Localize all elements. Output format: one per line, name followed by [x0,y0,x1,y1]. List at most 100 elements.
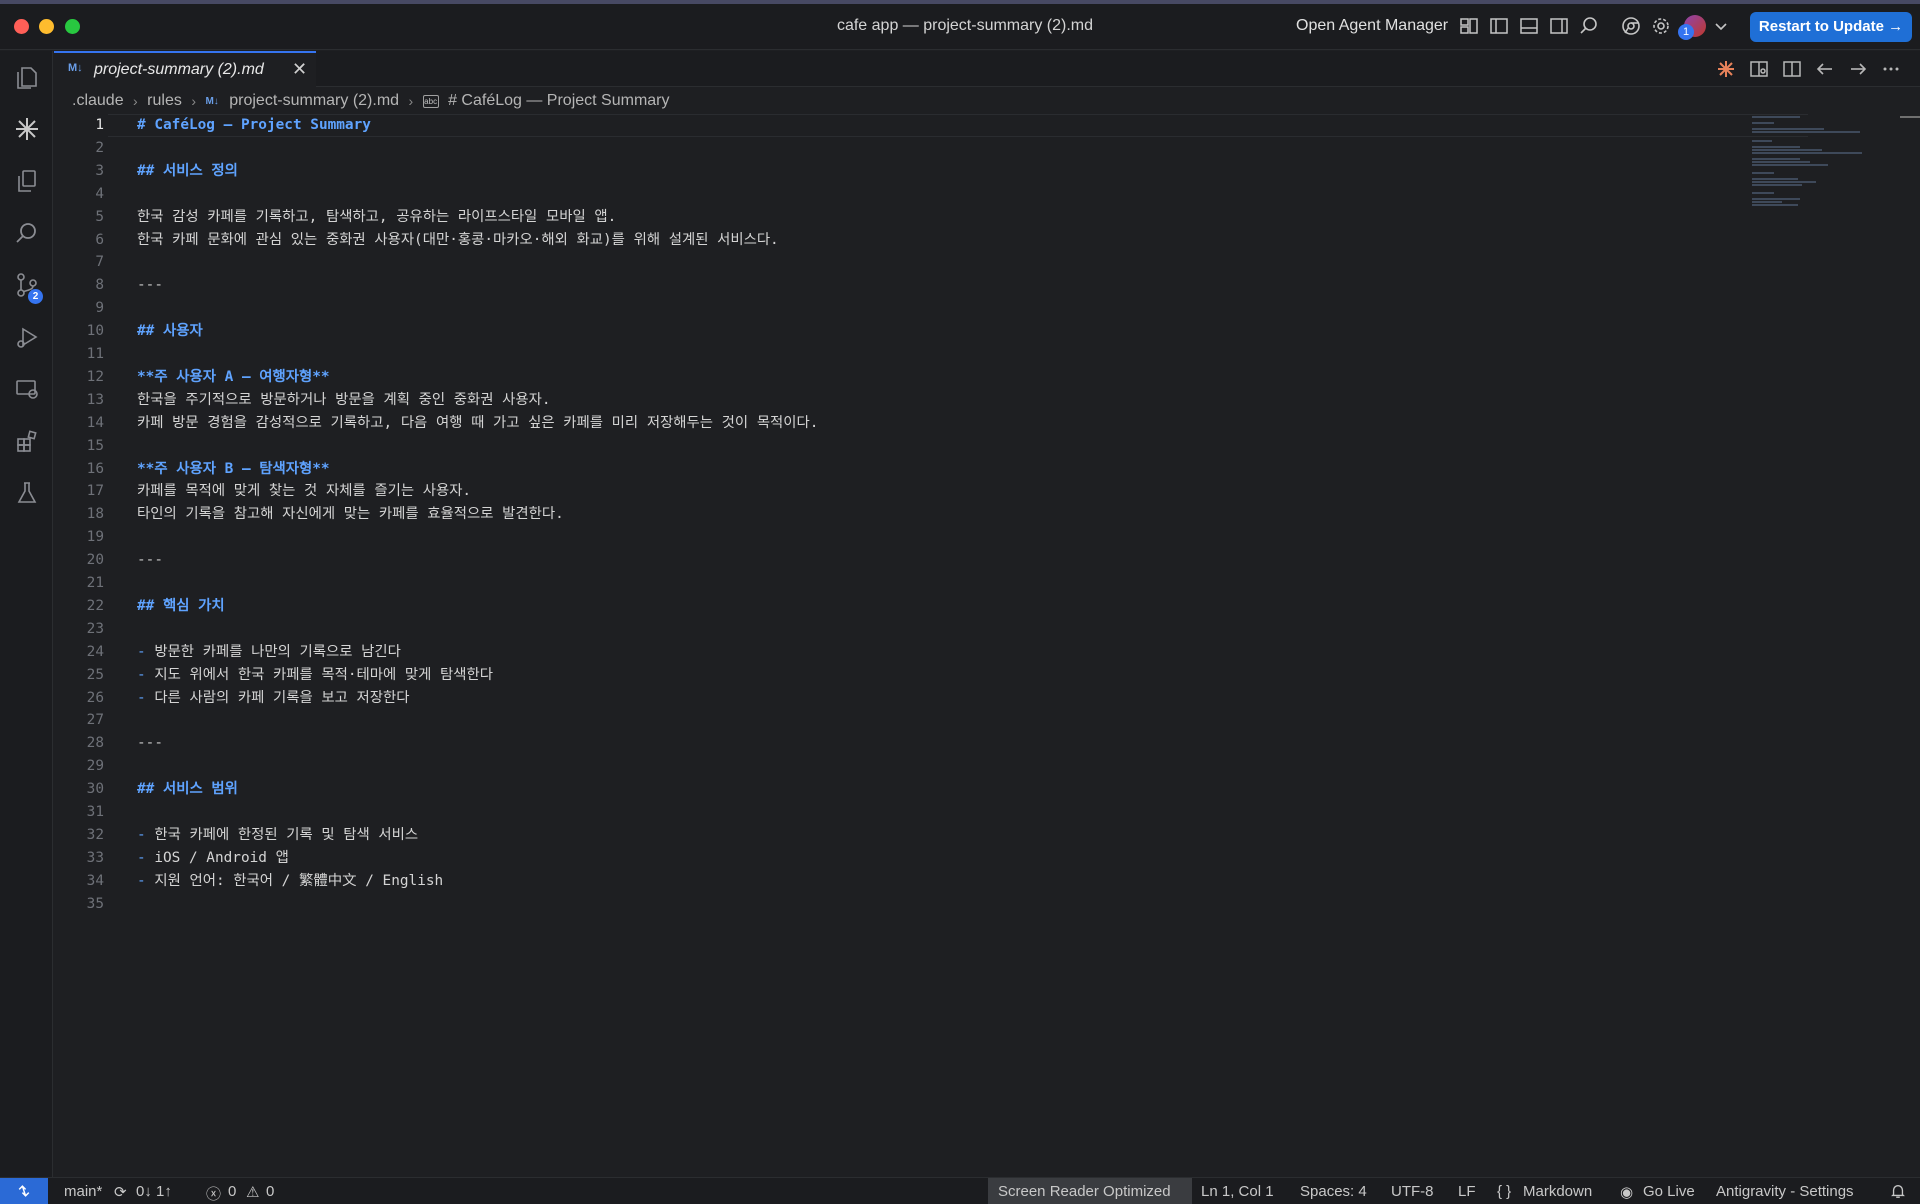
code-line[interactable]: 25 - 지도 위에서 한국 카페를 목적·테마에 맞게 탐색한다 [54,664,1754,687]
chrome-icon[interactable] [1620,15,1642,37]
line-text: 한국 카페에 한정된 기록 및 탐색 서비스 [154,826,419,843]
code-line[interactable]: 32 - 한국 카페에 한정된 기록 및 탐색 서비스 [54,824,1754,847]
chevron-right-icon: › [133,93,138,109]
code-line[interactable]: 30 ## 서비스 범위 [54,778,1754,801]
code-line[interactable]: 3 ## 서비스 정의 [54,160,1754,183]
indentation[interactable]: Spaces: 4 [1300,1183,1367,1200]
line-number: 25 [86,666,104,683]
code-line[interactable]: 8 --- [54,274,1754,297]
code-line[interactable]: 2 [54,137,1754,160]
code-line[interactable]: 7 [54,251,1754,274]
code-line[interactable]: 22 ## 핵심 가치 [54,595,1754,618]
end-of-line[interactable]: LF [1458,1183,1476,1200]
code-line[interactable]: 4 [54,183,1754,206]
code-line[interactable]: 23 [54,618,1754,641]
code-line[interactable]: 29 [54,755,1754,778]
code-line[interactable]: 27 [54,709,1754,732]
run-debug-icon[interactable] [13,323,41,351]
open-preview-side-icon[interactable] [1749,59,1771,81]
remote-explorer-icon[interactable] [13,375,41,403]
list-bullet: - [137,643,155,660]
code-line[interactable]: 26 - 다른 사람의 카페 기록을 보고 저장한다 [54,687,1754,710]
markdown-h1: # CaféLog — Project Summary [137,117,371,133]
line-text: 방문한 카페를 나만의 기록으로 남긴다 [154,643,401,660]
git-sync-status[interactable]: 0↓ 1↑ [136,1183,172,1200]
explorer-icon[interactable] [13,63,41,91]
scrollbar-position-marker[interactable] [1900,116,1920,118]
error-icon[interactable]: ⓧ [206,1183,221,1204]
split-editor-icon[interactable] [1782,59,1804,81]
code-line[interactable]: 24 - 방문한 카페를 나만의 기록으로 남긴다 [54,641,1754,664]
breadcrumb-item[interactable]: rules [147,92,182,110]
line-number: 35 [86,895,104,912]
code-line[interactable]: 6 한국 카페 문화에 관심 있는 중화권 사용자(대만·홍콩·마카오·해외 화교… [54,229,1754,252]
code-line[interactable]: 15 [54,435,1754,458]
files-icon[interactable] [13,167,41,195]
code-line[interactable]: 17 카페를 목적에 맞게 찾는 것 자체를 즐기는 사용자. [54,480,1754,503]
open-agent-manager-button[interactable]: Open Agent Manager [1296,17,1448,35]
code-line[interactable]: 21 [54,572,1754,595]
code-line[interactable]: 35 [54,893,1754,916]
antigravity-settings[interactable]: Antigravity - Settings [1716,1183,1854,1200]
toggle-secondary-sidebar-icon[interactable] [1548,15,1570,37]
language-mode[interactable]: Markdown [1523,1183,1592,1200]
braces-icon[interactable]: { } [1497,1183,1511,1200]
gear-icon[interactable] [1650,15,1672,37]
code-line[interactable]: 14 카페 방문 경험을 감성적으로 기록하고, 다음 여행 때 가고 싶은 카페… [54,412,1754,435]
chevron-down-icon[interactable] [1710,15,1732,37]
warning-count[interactable]: 0 [266,1183,274,1200]
code-line[interactable]: 13 한국을 주기적으로 방문하거나 방문을 계획 중인 중화권 사용자. [54,389,1754,412]
code-line[interactable]: 10 ## 사용자 [54,320,1754,343]
close-icon[interactable]: ✕ [292,59,307,80]
agent-spark-icon[interactable] [1716,59,1738,81]
toggle-primary-sidebar-icon[interactable] [1488,15,1510,37]
arrow-left-icon[interactable] [1815,59,1837,81]
extensions-icon[interactable] [13,427,41,455]
code-line[interactable]: 20 --- [54,549,1754,572]
error-count[interactable]: 0 [228,1183,236,1200]
code-line[interactable]: 19 [54,526,1754,549]
code-line[interactable]: 11 [54,343,1754,366]
warning-icon[interactable]: ⚠ [246,1183,259,1201]
code-line[interactable]: 18 타인의 기록을 참고해 자신에게 맞는 카페를 효율적으로 발견한다. [54,503,1754,526]
screen-reader-mode[interactable]: Screen Reader Optimized [998,1183,1171,1200]
more-actions-icon[interactable] [1881,59,1903,81]
code-line[interactable]: 31 [54,801,1754,824]
search-icon[interactable] [1578,15,1600,37]
remote-indicator[interactable] [0,1178,48,1204]
testing-flask-icon[interactable] [13,479,41,507]
breadcrumb-item[interactable]: # CaféLog — Project Summary [448,92,669,110]
code-line[interactable]: 33 - iOS / Android 앱 [54,847,1754,870]
line-number: 9 [95,300,104,317]
code-line[interactable]: 34 - 지원 언어: 한국어 / 繁體中文 / English [54,870,1754,893]
customize-layout-icon[interactable] [1458,15,1480,37]
tab-project-summary[interactable]: M↓ project-summary (2).md ✕ [54,51,316,87]
code-line[interactable]: 5 한국 감성 카페를 기록하고, 탐색하고, 공유하는 라이프스타일 모바일 앱… [54,206,1754,229]
line-number: 22 [86,597,104,614]
breadcrumb-item[interactable]: .claude [72,92,124,110]
breadcrumb-item[interactable]: project-summary (2).md [229,92,399,110]
code-line[interactable]: 12 **주 사용자 A — 여행자형** [54,366,1754,389]
cursor-position[interactable]: Ln 1, Col 1 [1201,1183,1274,1200]
list-item: - 다른 사람의 카페 기록을 보고 저장한다 [137,687,409,710]
search-icon[interactable] [13,219,41,247]
code-line[interactable]: 1 # CaféLog — Project Summary [54,114,1754,137]
code-line[interactable]: 16 **주 사용자 B — 탐색자형** [54,458,1754,481]
editor-area[interactable]: 1 # CaféLog — Project Summary 2 3 ## 서비스 정의 4… [54,114,1920,1176]
encoding[interactable]: UTF-8 [1391,1183,1434,1200]
minimap[interactable] [1752,114,1862,214]
arrow-right-icon[interactable] [1848,59,1870,81]
git-branch[interactable]: main* [64,1183,102,1200]
code-line[interactable]: 28 --- [54,732,1754,755]
go-live-button[interactable]: Go Live [1643,1183,1695,1200]
code-line[interactable]: 9 [54,297,1754,320]
tab-label: project-summary (2).md [94,61,264,78]
broadcast-icon[interactable]: ◉ [1620,1183,1633,1201]
sync-icon[interactable]: ⟳ [114,1183,127,1201]
line-number: 20 [86,552,104,569]
line-text: 한국을 주기적으로 방문하거나 방문을 계획 중인 중화권 사용자. [137,391,551,408]
restart-to-update-button[interactable]: Restart to Update → [1750,12,1912,42]
agent-spark-icon[interactable] [13,115,41,143]
toggle-panel-icon[interactable] [1518,15,1540,37]
bell-icon[interactable] [1890,1183,1906,1203]
